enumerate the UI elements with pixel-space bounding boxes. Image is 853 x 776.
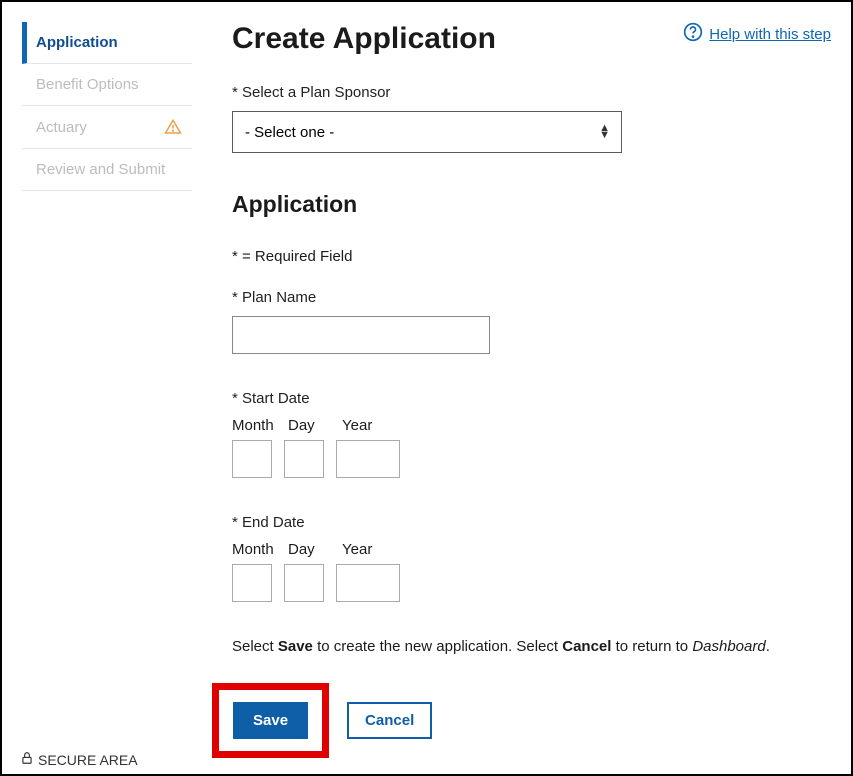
sidebar: Application Benefit Options Actuary Revi… [22,22,192,758]
help-link[interactable]: Help with this step [683,22,831,46]
secure-area-label: SECURE AREA [38,752,138,768]
instruction-text: Select Save to create the new applicatio… [232,638,831,655]
required-note: * = Required Field [232,248,831,265]
end-year-label: Year [342,541,412,558]
start-day-label: Day [288,417,342,434]
section-heading: Application [232,191,831,218]
sidebar-item-label: Application [36,34,118,51]
end-date-group: * End Date Month Day Year [232,514,831,602]
sidebar-item-label: Actuary [36,119,87,136]
warning-icon [164,118,182,136]
end-day-input[interactable] [284,564,324,602]
start-month-label: Month [232,417,288,434]
sidebar-item-benefit-options[interactable]: Benefit Options [22,64,192,106]
start-year-input[interactable] [336,440,400,478]
end-month-label: Month [232,541,288,558]
button-row: Save Cancel [232,683,831,758]
end-date-label: * End Date [232,514,831,531]
start-date-group: * Start Date Month Day Year [232,390,831,478]
end-year-input[interactable] [336,564,400,602]
lock-icon [20,751,34,768]
sidebar-item-label: Benefit Options [36,76,139,93]
sponsor-select[interactable]: - Select one - [232,111,622,153]
start-month-input[interactable] [232,440,272,478]
sidebar-item-review-submit[interactable]: Review and Submit [22,149,192,191]
start-year-label: Year [342,417,412,434]
help-icon [683,22,703,46]
start-date-label: * Start Date [232,390,831,407]
sidebar-item-label: Review and Submit [36,161,165,178]
page-title: Create Application [232,22,496,56]
save-highlight: Save [212,683,329,758]
sidebar-item-application[interactable]: Application [22,22,192,64]
end-month-input[interactable] [232,564,272,602]
start-day-input[interactable] [284,440,324,478]
plan-name-input[interactable] [232,316,490,354]
plan-name-label: * Plan Name [232,289,831,306]
sidebar-item-actuary[interactable]: Actuary [22,106,192,149]
secure-area-footer: SECURE AREA [20,751,138,768]
end-day-label: Day [288,541,342,558]
sponsor-label: * Select a Plan Sponsor [232,84,831,101]
cancel-button[interactable]: Cancel [347,702,432,739]
help-link-label: Help with this step [709,26,831,43]
save-button[interactable]: Save [233,702,308,739]
main-content: Create Application Help with this step *… [232,22,831,758]
